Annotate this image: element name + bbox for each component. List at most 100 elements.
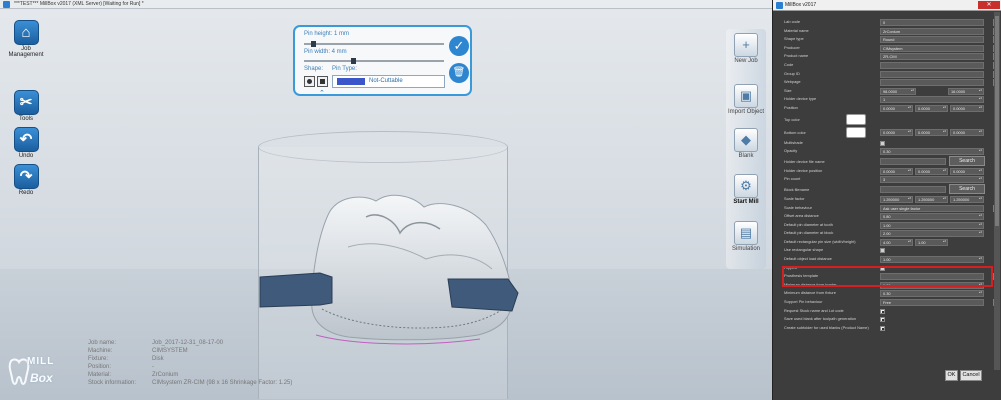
position-x-spinbox[interactable]: 0.0000 bbox=[880, 104, 913, 112]
row-pin-block: Default pin diameter at block 2.00 bbox=[773, 229, 1001, 238]
holder-position-y-spinbox[interactable]: 0.0000 bbox=[915, 167, 948, 175]
position-label: Position bbox=[784, 104, 798, 110]
start-mill-button[interactable]: ⚙ Start Mill bbox=[722, 174, 770, 205]
tools-button[interactable]: ✂ Tools bbox=[4, 90, 48, 122]
webpage-input[interactable] bbox=[880, 79, 984, 87]
scale-factor-z-spinbox[interactable]: 1.250000 bbox=[950, 195, 984, 203]
scale-factor-y-spinbox[interactable]: 1.250000 bbox=[915, 195, 948, 203]
pin-width-slider[interactable] bbox=[304, 58, 444, 64]
min-fixture-spinbox[interactable]: 0.30 bbox=[880, 290, 984, 298]
holder-file-label: Holder device file name bbox=[784, 158, 825, 164]
pin-block-spinbox[interactable]: 2.00 bbox=[880, 230, 984, 238]
stock-info-key: Stock information: bbox=[88, 380, 137, 386]
product-name-input[interactable]: ZR-CIM bbox=[880, 53, 984, 61]
new-job-button[interactable]: + New Job bbox=[722, 33, 770, 64]
pin-tooth-spinbox[interactable]: 1.00 bbox=[880, 221, 984, 229]
close-button[interactable]: ✕ bbox=[978, 1, 1000, 9]
top-color-swatch[interactable] bbox=[846, 113, 866, 125]
block-filename-input[interactable] bbox=[880, 185, 946, 193]
pin-height-thumb[interactable] bbox=[311, 41, 316, 47]
square-shape-button[interactable] bbox=[317, 76, 328, 87]
producer-input[interactable]: CIMsystem bbox=[880, 44, 984, 52]
undo-button[interactable]: ↶ Undo bbox=[4, 127, 48, 159]
scale-behaviour-select[interactable]: Ask user single factor bbox=[880, 204, 984, 212]
holder-file-search-button[interactable]: Search bbox=[949, 155, 985, 166]
row-save-blank: Save used blank after toolpath generatio… bbox=[773, 315, 1001, 324]
pin-count-spinbox[interactable]: 3 bbox=[880, 176, 984, 184]
holder-file-input[interactable] bbox=[880, 157, 946, 165]
simulation-button[interactable]: ▤ Simulation bbox=[722, 221, 770, 252]
millbox-logo: MILL Box bbox=[8, 352, 64, 400]
shape-label: Shape: bbox=[304, 66, 324, 72]
position-z-spinbox[interactable]: 0.0000 bbox=[950, 104, 984, 112]
bottom-color-z-spinbox[interactable]: 0.0000 bbox=[950, 128, 984, 136]
position-y-spinbox[interactable]: 0.0000 bbox=[915, 104, 948, 112]
producer-label: Producer bbox=[784, 44, 800, 50]
row-lab-code: Lab code0… bbox=[773, 18, 1001, 27]
pin-type-value: Not-Cuttable bbox=[369, 78, 403, 84]
multishade-checkbox[interactable] bbox=[880, 140, 885, 146]
ok-button[interactable]: OK bbox=[945, 370, 958, 381]
group-id-input[interactable] bbox=[880, 70, 984, 78]
create-subfolder-checkbox[interactable] bbox=[880, 325, 885, 331]
shape-type-input[interactable]: Round bbox=[880, 36, 984, 44]
material-name-input[interactable]: ZrConium bbox=[880, 27, 984, 35]
cancel-button[interactable]: Cancel bbox=[960, 370, 982, 381]
caret-up-icon: ⌃ bbox=[319, 90, 325, 97]
dialog-scrollbar[interactable] bbox=[994, 12, 1000, 370]
dialog-scrollbar-thumb[interactable] bbox=[995, 16, 999, 226]
product-name-label: Product name bbox=[784, 53, 809, 59]
machine-key: Machine: bbox=[88, 348, 113, 354]
size-height-spinbox[interactable]: 16.0000 bbox=[948, 87, 984, 95]
round-shape-button[interactable] bbox=[304, 76, 315, 87]
request-stock-checkbox[interactable] bbox=[880, 308, 885, 314]
block-filename-search-button[interactable]: Search bbox=[949, 183, 985, 194]
code-input[interactable] bbox=[880, 61, 984, 69]
offset-area-spinbox[interactable]: 0.80 bbox=[880, 213, 984, 221]
opacity-spinbox[interactable]: 0.30 bbox=[880, 148, 984, 156]
row-scale-factor: Scale factor1.2500001.2500001.250000 bbox=[773, 195, 1001, 204]
pin-width-thumb[interactable] bbox=[351, 58, 356, 64]
support-pin-select[interactable]: Free bbox=[880, 299, 984, 307]
row-opacity: Opacity 0.30 bbox=[773, 147, 1001, 156]
bottom-color-y-spinbox[interactable]: 0.0000 bbox=[915, 128, 948, 136]
size-diameter-spinbox[interactable]: 98.0000 bbox=[880, 87, 916, 95]
object-load-spinbox[interactable]: 1.00 bbox=[880, 256, 984, 264]
position-value: - bbox=[152, 364, 154, 370]
pin-height-slider[interactable] bbox=[304, 41, 444, 47]
rect-pin-width-spinbox[interactable]: 4.00 bbox=[880, 238, 913, 246]
confirm-button[interactable]: ✓ bbox=[449, 36, 469, 56]
checkmark-icon: ✓ bbox=[453, 38, 465, 53]
blank-button[interactable]: ◆ Blank bbox=[722, 128, 770, 159]
holder-position-x-spinbox[interactable]: 0.0000 bbox=[880, 167, 913, 175]
row-request-stock: Request Stock name and Lot code bbox=[773, 307, 1001, 316]
use-rect-shape-label: Use rectangular shape bbox=[784, 247, 824, 253]
delete-button[interactable]: 🗑 bbox=[449, 63, 469, 83]
new-job-icon: + bbox=[734, 33, 758, 57]
use-rect-shape-checkbox[interactable] bbox=[880, 248, 885, 254]
dialog-titlebar: MillBox v2017 ✕ bbox=[773, 0, 1001, 11]
bottom-color-x-spinbox[interactable]: 0.0000 bbox=[880, 128, 913, 136]
redo-button[interactable]: ↷ Redo bbox=[4, 164, 48, 196]
bottom-color-swatch[interactable] bbox=[846, 126, 866, 138]
circle-icon bbox=[307, 79, 312, 84]
3d-viewport[interactable]: ⌂ Job Management ✂ Tools ↶ Undo ↷ Redo +… bbox=[0, 9, 772, 400]
row-min-fixture: Minimum distance from fixture 0.30 bbox=[773, 289, 1001, 298]
import-object-button[interactable]: ▣ Import Object bbox=[722, 84, 770, 115]
pin-type-select[interactable]: Not-Cuttable bbox=[332, 75, 445, 88]
redo-icon: ↷ bbox=[13, 164, 39, 189]
fixture-key: Fixture: bbox=[88, 356, 109, 362]
holder-type-spinbox[interactable]: 1 bbox=[880, 96, 984, 104]
holder-position-z-spinbox[interactable]: 0.0000 bbox=[950, 167, 984, 175]
lab-code-input[interactable]: 0 bbox=[880, 19, 984, 26]
dialog-title: MillBox v2017 bbox=[785, 2, 817, 8]
row-pin-count: Pin count 3 bbox=[773, 175, 1001, 184]
job-management-button[interactable]: ⌂ Job Management bbox=[4, 20, 48, 58]
start-mill-icon: ⚙ bbox=[734, 174, 758, 198]
tooth-model[interactable] bbox=[256, 189, 526, 349]
scale-factor-x-spinbox[interactable]: 1.250000 bbox=[880, 195, 913, 203]
save-blank-checkbox[interactable] bbox=[880, 317, 885, 323]
rect-pin-height-spinbox[interactable]: 1.00 bbox=[915, 238, 948, 246]
pin-height-label: Pin height: 1 mm bbox=[304, 31, 350, 37]
logo-text-mill: MILL bbox=[27, 356, 55, 367]
